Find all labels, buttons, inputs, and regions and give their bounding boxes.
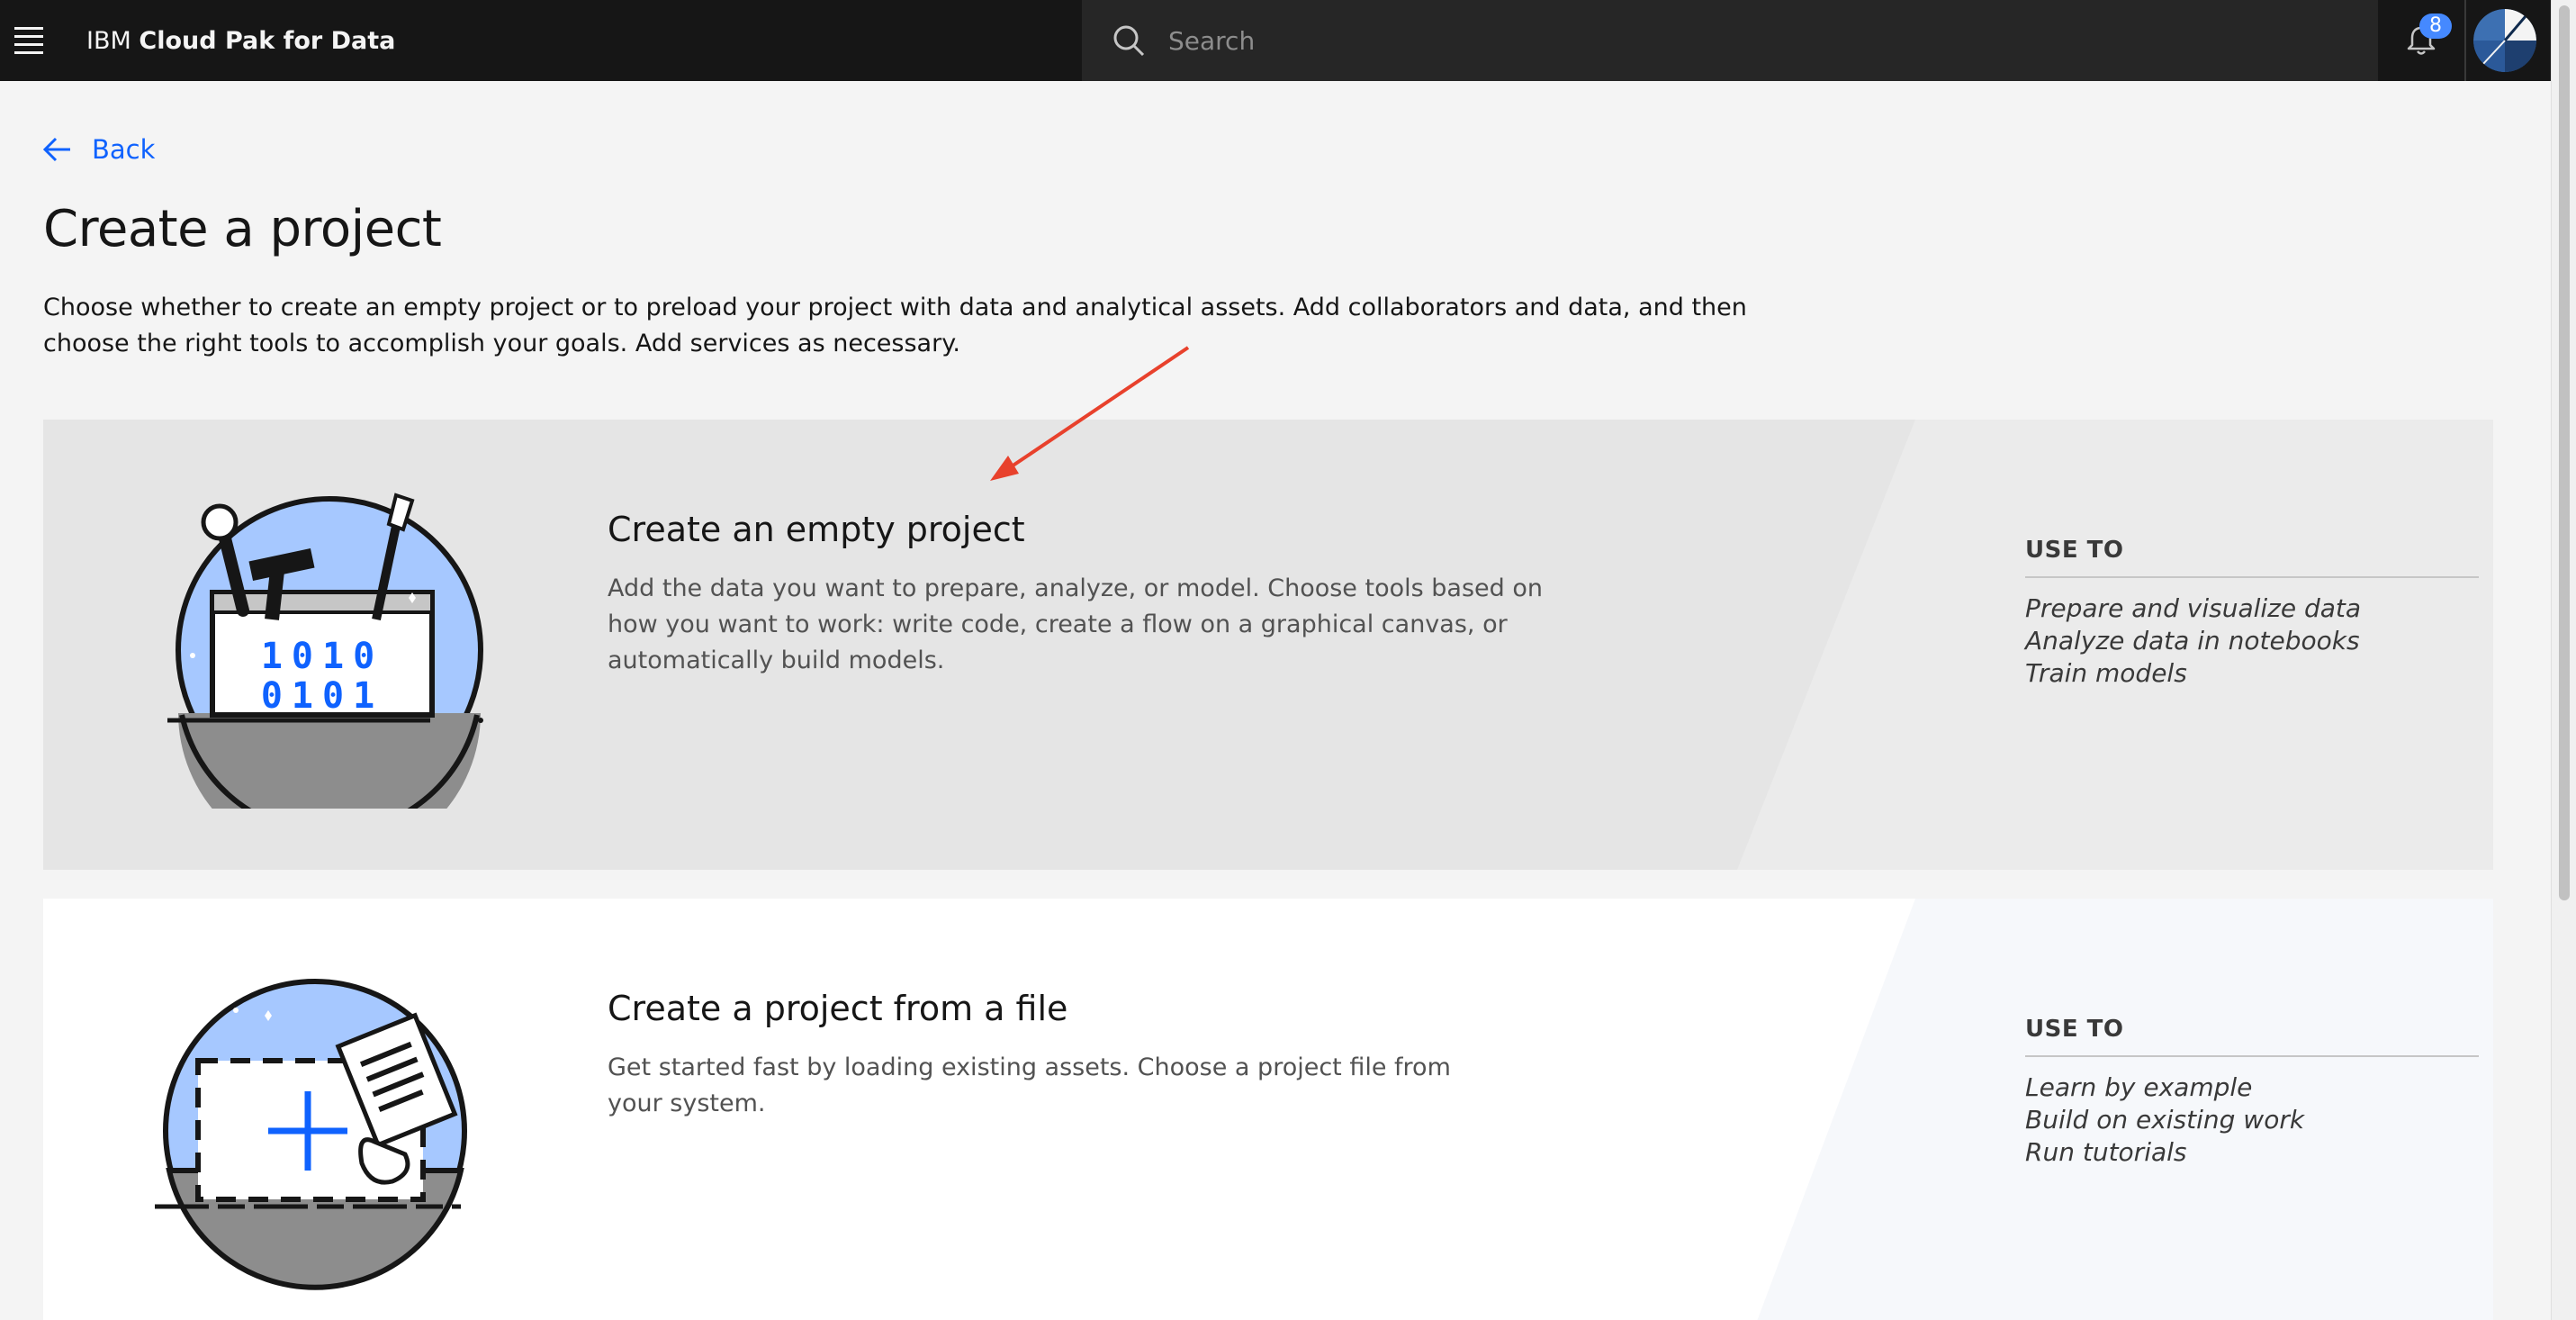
- card-title: Create an empty project: [608, 510, 1025, 549]
- create-project-from-file-card[interactable]: Create a project from a file Get started…: [43, 899, 2493, 1320]
- use-to-item: Build on existing work: [2025, 1105, 2305, 1135]
- notification-badge: 8: [2419, 14, 2452, 39]
- avatar-icon: [2473, 9, 2536, 72]
- page-title: Create a project: [43, 200, 442, 258]
- page-description: Choose whether to create an empty projec…: [43, 294, 1747, 357]
- avatar[interactable]: [2473, 9, 2536, 72]
- back-link[interactable]: Back: [41, 133, 155, 166]
- card-description: Get started fast by loading existing ass…: [608, 1053, 1451, 1117]
- notifications-button[interactable]: 8: [2378, 0, 2464, 81]
- file-upload-illustration: [155, 979, 467, 1290]
- use-to-item: Prepare and visualize data: [2025, 593, 2362, 623]
- binary-line-1: 1010: [261, 636, 383, 677]
- header-divider: [2464, 0, 2466, 81]
- arrow-left-icon: [42, 137, 70, 162]
- use-to-label: USE TO: [2025, 537, 2479, 578]
- use-to-label: USE TO: [2025, 1016, 2479, 1057]
- card-title: Create a project from a file: [608, 989, 1068, 1028]
- create-empty-project-card[interactable]: 1010 0101 Create an empty project Add th…: [43, 420, 2493, 870]
- brand-name: Cloud Pak for Data: [139, 26, 396, 55]
- use-to-list: Learn by example Build on existing work …: [2025, 1071, 2479, 1169]
- back-label: Back: [92, 134, 156, 165]
- search-icon: [1113, 25, 1145, 57]
- brand-title[interactable]: IBM Cloud Pak for Data: [86, 27, 395, 55]
- use-to-section: USE TO Prepare and visualize data Analyz…: [2025, 537, 2479, 690]
- brand-prefix: IBM: [86, 26, 131, 55]
- top-header: IBM Cloud Pak for Data 8: [0, 0, 2551, 81]
- menu-icon[interactable]: [0, 0, 58, 81]
- use-to-list: Prepare and visualize data Analyze data …: [2025, 592, 2479, 690]
- card-description: Add the data you want to prepare, analyz…: [608, 574, 1543, 674]
- toolbox-illustration: 1010 0101: [167, 493, 483, 809]
- search-input[interactable]: [1168, 25, 2338, 56]
- use-to-section: USE TO Learn by example Build on existin…: [2025, 1016, 2479, 1169]
- use-to-item: Analyze data in notebooks: [2025, 626, 2360, 655]
- page-scrollbar[interactable]: [2551, 0, 2576, 1320]
- search-bar[interactable]: [1082, 0, 2378, 81]
- binary-line-2: 0101: [261, 675, 383, 717]
- use-to-item: Train models: [2025, 658, 2187, 688]
- scrollbar-thumb[interactable]: [2559, 5, 2570, 900]
- use-to-item: Learn by example: [2025, 1072, 2253, 1102]
- use-to-item: Run tutorials: [2025, 1137, 2187, 1167]
